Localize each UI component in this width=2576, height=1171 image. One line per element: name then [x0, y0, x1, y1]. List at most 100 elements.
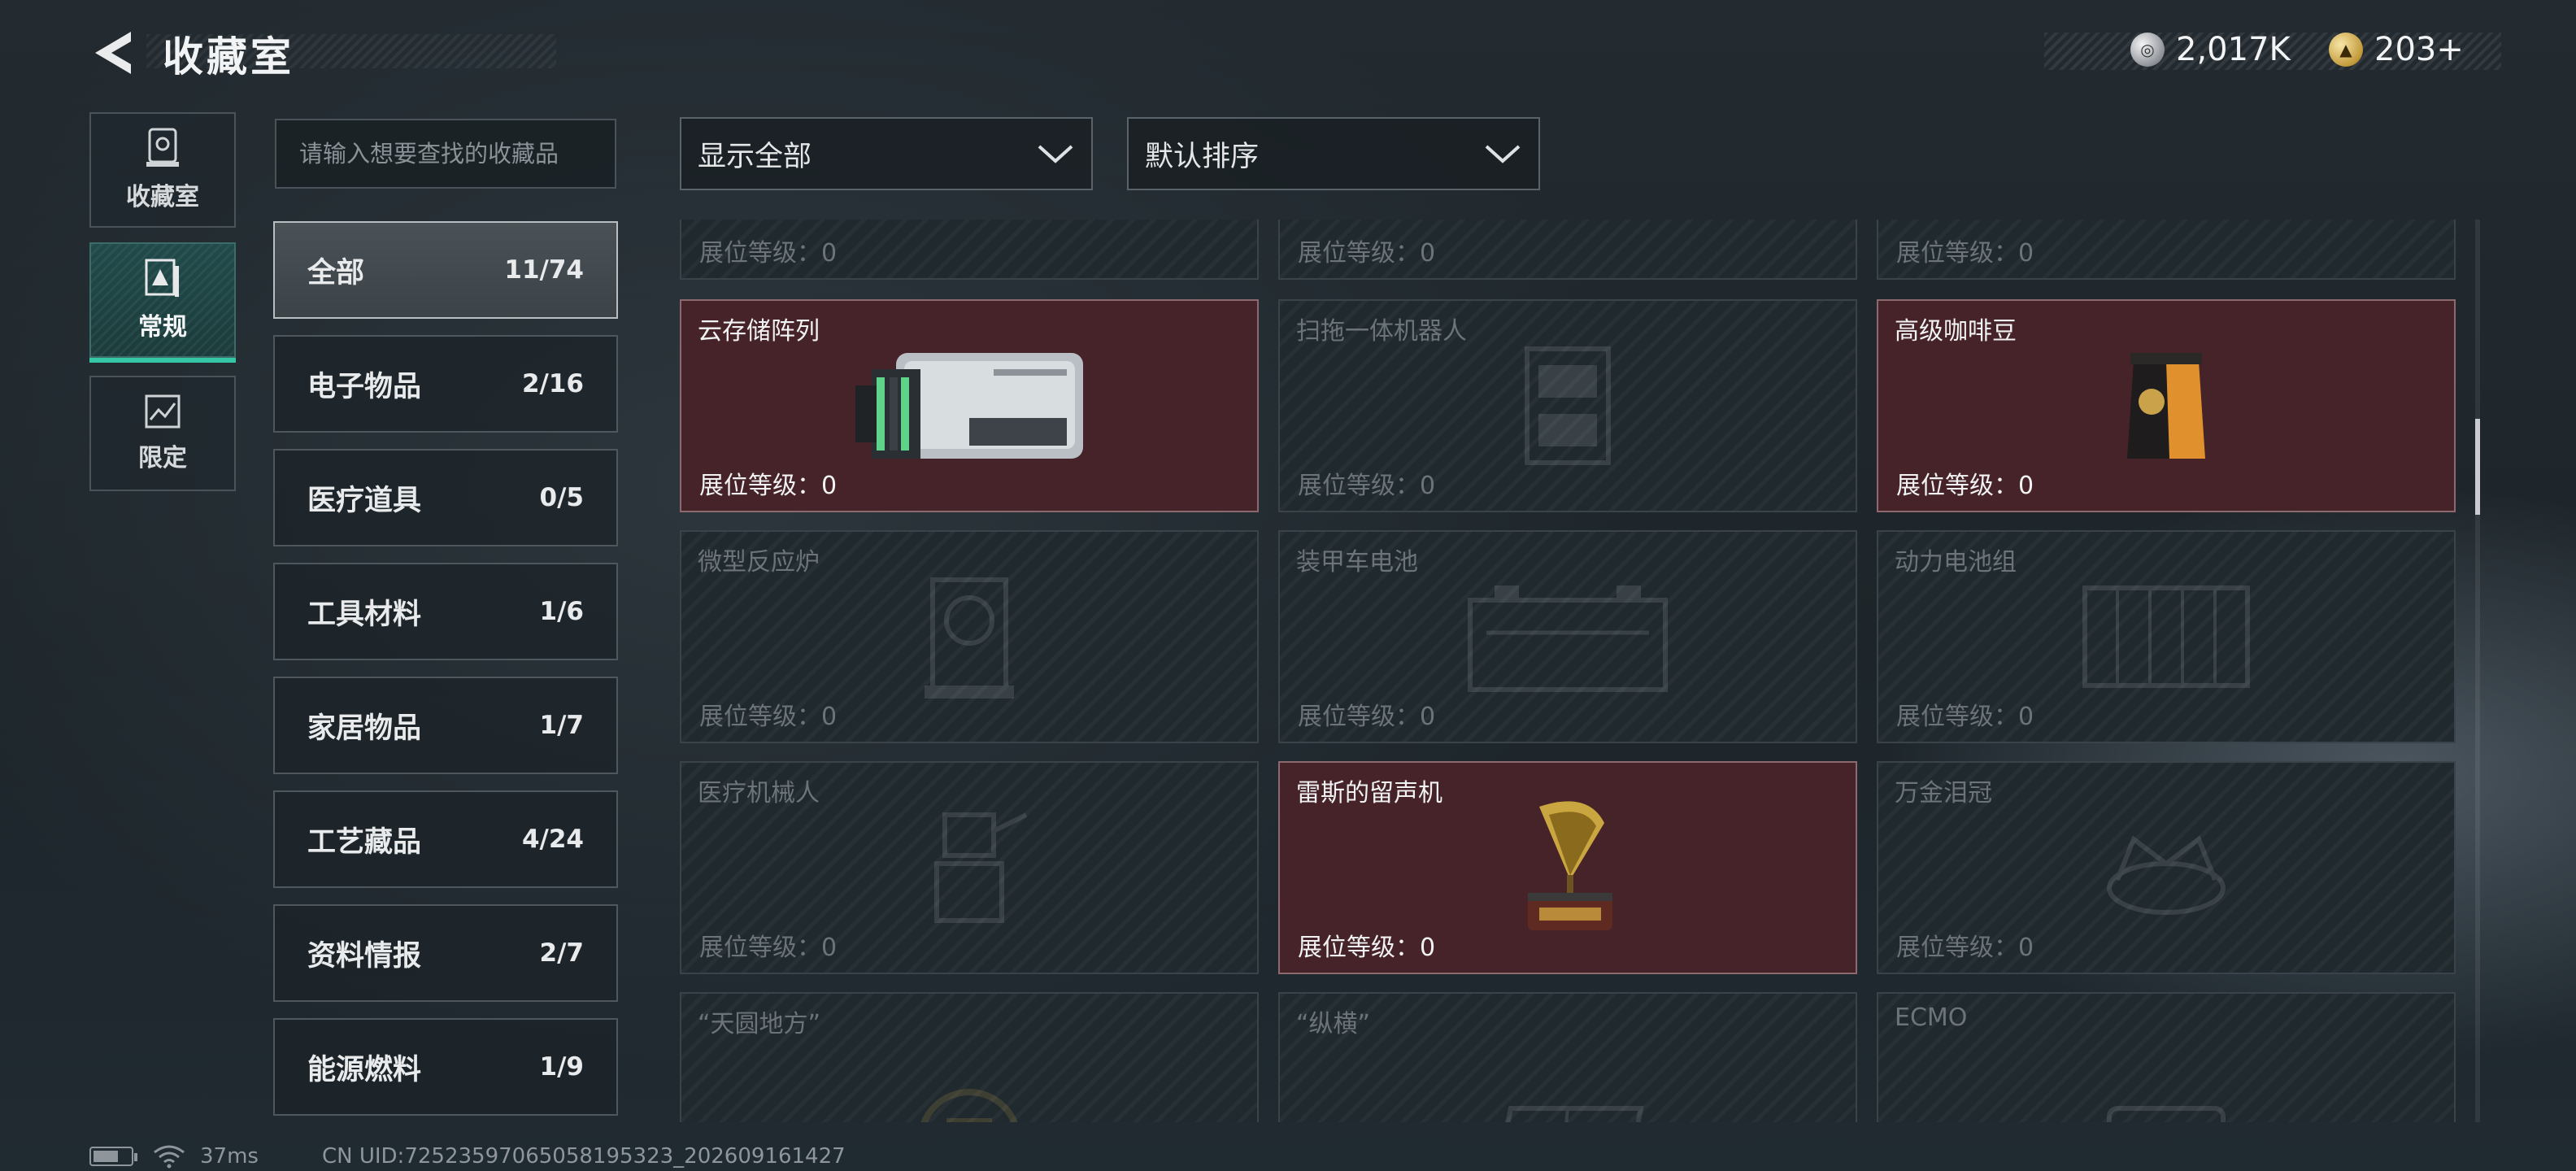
compass-icon — [920, 1088, 1018, 1122]
chevron-down-icon — [1485, 145, 1521, 163]
category-household[interactable]: 家居物品 1/7 — [273, 677, 618, 774]
category-count: 1/9 — [539, 1052, 584, 1082]
category-count: 2/7 — [539, 938, 584, 968]
item-card-chessboard[interactable]: “纵横” — [1278, 992, 1857, 1122]
uid-text: CN UID:7252359706505819532​3_20260916142… — [321, 1144, 846, 1169]
gramophone-icon — [1528, 801, 1612, 930]
sort-dropdown-value: 默认排序 — [1145, 140, 1260, 173]
item-name: 装甲车电池 — [1296, 548, 1418, 577]
item-card[interactable]: 展位等级：0 — [1877, 220, 2456, 280]
item-card-cloud-storage-array[interactable]: 云存储阵列 展位等级：0 — [680, 299, 1259, 512]
item-name: 云存储阵列 — [698, 317, 820, 346]
crown-icon — [2107, 835, 2226, 915]
item-card-robot-vacuum[interactable]: 扫拖一体机器人 展位等级：0 — [1278, 299, 1857, 512]
limited-icon — [145, 394, 181, 429]
category-count: 2/16 — [521, 369, 584, 398]
side-tab-regular[interactable]: 常规 — [89, 242, 236, 363]
category-tools[interactable]: 工具材料 1/6 — [273, 563, 618, 660]
sort-dropdown[interactable]: 默认排序 — [1127, 117, 1540, 190]
category-crafts[interactable]: 工艺藏品 4/24 — [273, 790, 618, 888]
micro-reactor-icon — [925, 577, 1014, 699]
collection-grid[interactable]: 展位等级：0 展位等级：0 展位等级：0 云存储阵列 展位等级：0 扫拖一体机器… — [680, 220, 2461, 1122]
cloud-storage-array-icon — [855, 353, 1083, 459]
filter-dropdown-value: 显示全部 — [698, 140, 812, 173]
item-booth-level: 展位等级：0 — [1896, 239, 2034, 268]
chessboard-icon — [1505, 1105, 1644, 1122]
battery-pack-icon — [2082, 586, 2250, 688]
armored-battery-icon — [1468, 586, 1668, 692]
item-name: 微型反应炉 — [698, 548, 820, 577]
side-tab-label: 限定 — [138, 444, 187, 472]
item-card-gramophone[interactable]: 雷斯的留声机 展位等级：0 — [1278, 761, 1857, 974]
category-name: 工具材料 — [307, 598, 422, 631]
category-electronics[interactable]: 电子物品 2/16 — [273, 335, 618, 433]
item-booth-level: 展位等级：0 — [1298, 239, 1436, 268]
back-button[interactable] — [85, 26, 141, 80]
page-title: 收藏室 — [163, 33, 294, 81]
item-name: 医疗机械人 — [698, 779, 820, 808]
currency-gold[interactable]: ▲ 203+ — [2329, 31, 2464, 68]
category-medical[interactable]: 医疗道具 0/5 — [273, 449, 618, 546]
category-name: 资料情报 — [307, 939, 422, 973]
robot-vacuum-icon — [1525, 346, 1611, 465]
item-booth-level: 展位等级：0 — [1298, 934, 1436, 962]
category-count: 1/7 — [539, 711, 584, 740]
item-name: 万金泪冠 — [1895, 779, 1992, 808]
category-count: 1/6 — [539, 597, 584, 626]
search-input[interactable] — [275, 119, 616, 189]
category-count: 4/24 — [521, 825, 584, 854]
regular-icon — [145, 259, 179, 297]
item-card-ecmo[interactable]: ECMO — [1877, 992, 2456, 1122]
item-card-coffee-beans[interactable]: 高级咖啡豆 展位等级：0 — [1877, 299, 2456, 512]
side-tab-label: 收藏室 — [126, 183, 199, 211]
item-name: “纵横” — [1296, 1010, 1371, 1038]
coffee-beans-icon — [2127, 353, 2205, 459]
currency-silver-value: 2,017K — [2176, 31, 2291, 68]
grid-scrollbar-thumb[interactable] — [2475, 419, 2480, 515]
item-card-medical-robot[interactable]: 医疗机械人 展位等级：0 — [680, 761, 1259, 974]
item-card[interactable]: 展位等级：0 — [1278, 220, 1857, 280]
item-name: 雷斯的留声机 — [1296, 779, 1442, 808]
item-booth-level: 展位等级：0 — [1896, 934, 2034, 962]
chevron-down-icon — [1038, 145, 1073, 163]
item-card[interactable]: 展位等级：0 — [680, 220, 1259, 280]
ecmo-icon — [2107, 1105, 2226, 1122]
category-energy[interactable]: 能源燃料 1/9 — [273, 1018, 618, 1116]
item-card-crown[interactable]: 万金泪冠 展位等级：0 — [1877, 761, 2456, 974]
top-bar: 收藏室 ◎ 2,017K ▲ 203+ — [0, 0, 2576, 106]
currency-gold-value: 203+ — [2374, 31, 2464, 68]
back-arrow-icon — [95, 32, 131, 74]
category-count: 0/5 — [539, 483, 584, 512]
item-card-armored-battery[interactable]: 装甲车电池 展位等级：0 — [1278, 530, 1857, 743]
filter-dropdown[interactable]: 显示全部 — [680, 117, 1093, 190]
category-name: 工艺藏品 — [307, 825, 422, 859]
item-booth-level: 展位等级：0 — [1298, 703, 1436, 731]
item-booth-level: 展位等级：0 — [699, 703, 838, 731]
category-name: 全部 — [307, 256, 365, 289]
category-name: 能源燃料 — [307, 1053, 422, 1086]
item-booth-level: 展位等级：0 — [1298, 472, 1436, 500]
side-tab-limited[interactable]: 限定 — [89, 376, 236, 491]
side-tab-label: 常规 — [138, 313, 187, 342]
category-name: 家居物品 — [307, 712, 422, 745]
item-card-compass[interactable]: “天圆地方” — [680, 992, 1259, 1122]
item-card-micro-reactor[interactable]: 微型反应炉 展位等级：0 — [680, 530, 1259, 743]
currency-silver[interactable]: ◎ 2,017K — [2130, 31, 2291, 68]
category-intel[interactable]: 资料情报 2/7 — [273, 904, 618, 1002]
category-count: 11/74 — [504, 255, 584, 285]
item-booth-level: 展位等级：0 — [699, 472, 838, 500]
item-name: “天圆地方” — [698, 1010, 821, 1038]
item-name: 动力电池组 — [1895, 548, 2017, 577]
collection-room-icon — [146, 128, 179, 167]
item-booth-level: 展位等级：0 — [1896, 703, 2034, 731]
category-name: 电子物品 — [307, 370, 422, 403]
item-name: 扫拖一体机器人 — [1296, 317, 1467, 346]
item-booth-level: 展位等级：0 — [1896, 472, 2034, 500]
side-tab-collection-room[interactable]: 收藏室 — [89, 112, 236, 228]
item-name: 高级咖啡豆 — [1895, 317, 2017, 346]
item-card-battery-pack[interactable]: 动力电池组 展位等级：0 — [1877, 530, 2456, 743]
grid-scrollbar-track[interactable] — [2475, 220, 2480, 1122]
silver-coin-icon: ◎ — [2130, 33, 2165, 67]
ping-text: 37ms — [200, 1144, 259, 1169]
category-all[interactable]: 全部 11/74 — [273, 221, 618, 319]
